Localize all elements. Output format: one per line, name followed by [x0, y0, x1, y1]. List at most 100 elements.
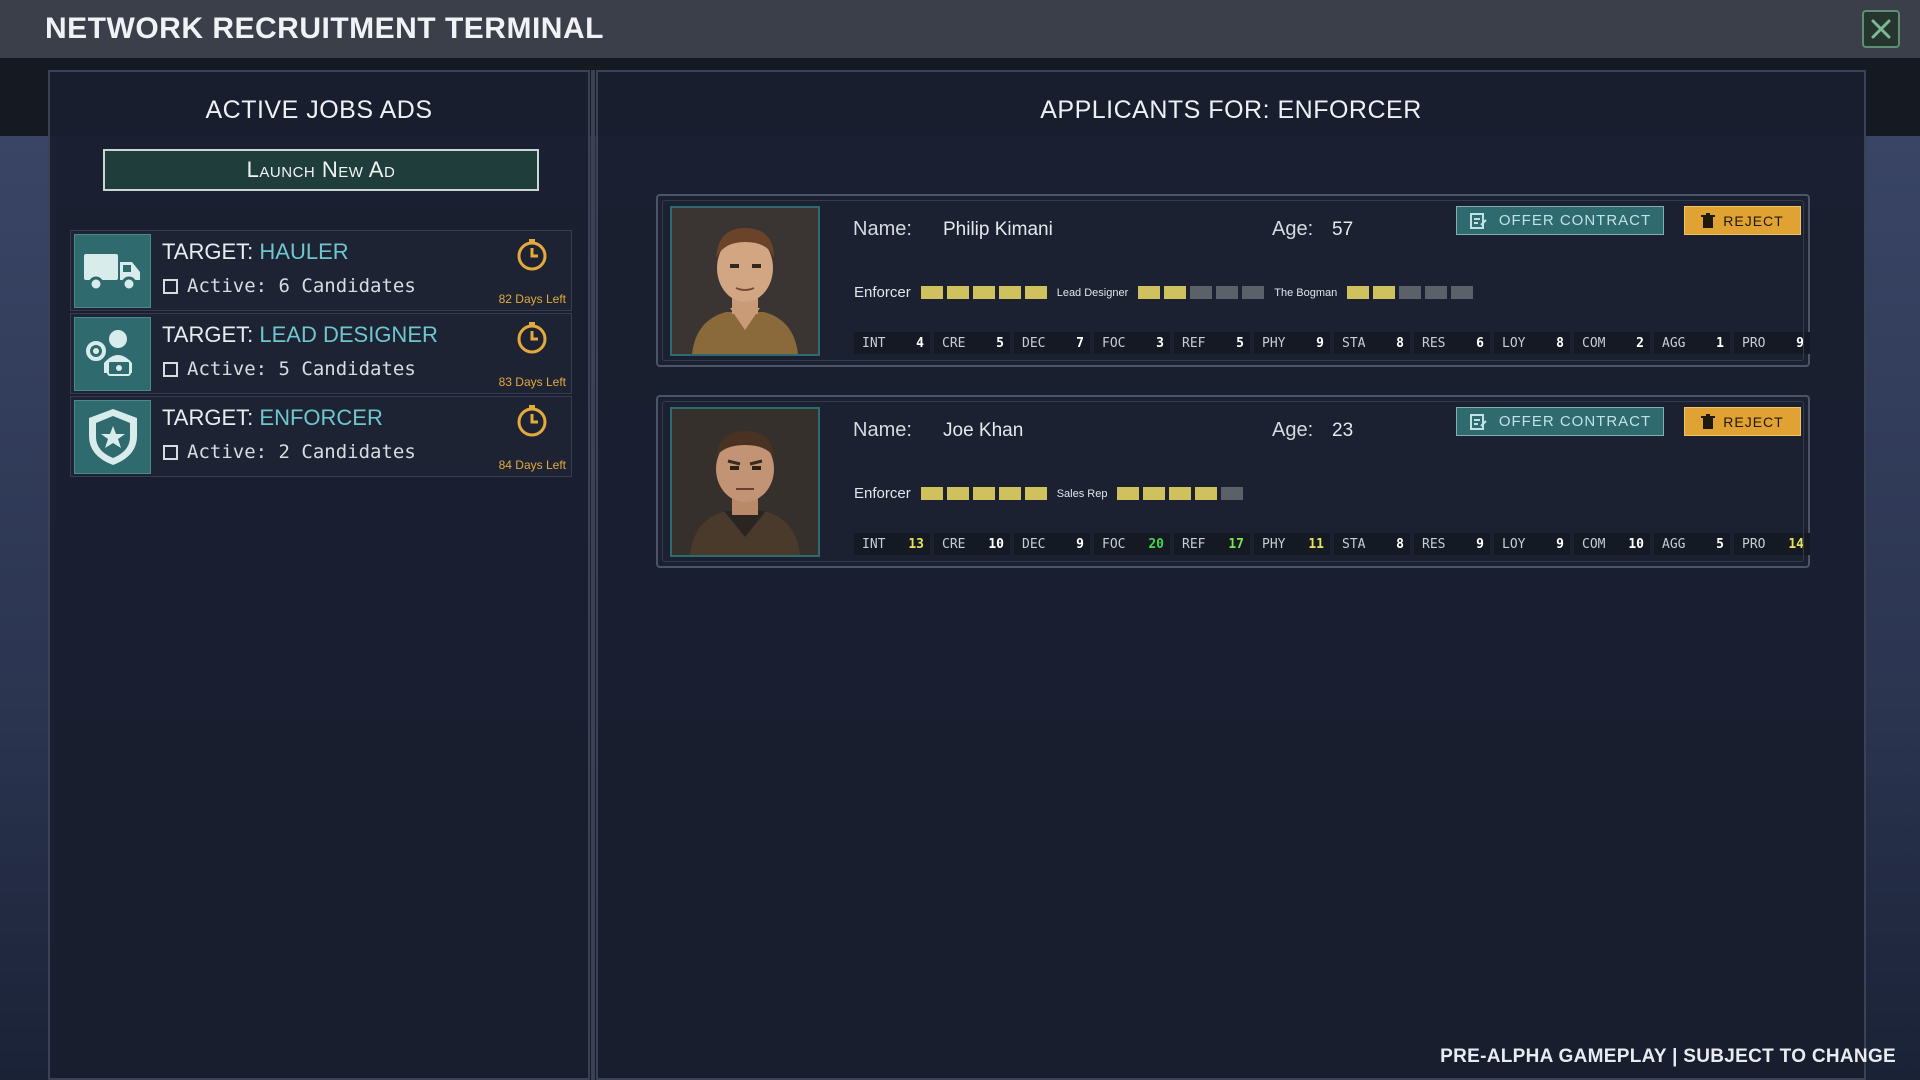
stat-foc: FOC 20 [1094, 533, 1170, 555]
applicant-age: 57 [1332, 219, 1354, 240]
skill-bars [920, 286, 1047, 299]
stat-agg: AGG 1 [1654, 332, 1730, 354]
stat-agg: AGG 5 [1654, 533, 1730, 555]
checkbox-icon [163, 278, 178, 294]
stat-phy: PHY 9 [1254, 332, 1330, 354]
days-left: 84 Days Left [498, 458, 566, 472]
skill-label: The Bogman [1274, 286, 1338, 299]
stat-int: INT 4 [854, 332, 930, 354]
close-icon [1871, 19, 1891, 39]
applicant-card: Name: Philip Kimani Age: 57 OFFER CONTRA… [656, 194, 1810, 367]
offer-contract-button[interactable]: OFFER CONTRACT [1456, 206, 1664, 235]
stat-loy: LOY 8 [1494, 332, 1570, 354]
skill-bars [1138, 286, 1265, 299]
job-active-count: Active: 6 Candidates [163, 275, 416, 297]
stat-com: COM 10 [1574, 533, 1650, 555]
job-icon-box [74, 400, 151, 474]
skills-row: Enforcer Sales Rep [854, 485, 1244, 502]
stat-ref: REF 17 [1174, 533, 1250, 555]
contract-icon [1469, 413, 1487, 430]
applicant-portrait [670, 206, 820, 356]
title-bar: NETWORK RECRUITMENT TERMINAL [0, 0, 1920, 58]
age-label: Age: [1272, 419, 1314, 441]
reject-button[interactable]: REJECT [1684, 206, 1801, 235]
contract-icon [1469, 212, 1487, 229]
job-active-count: Active: 2 Candidates [163, 441, 416, 463]
window-title: NETWORK RECRUITMENT TERMINAL [45, 12, 604, 45]
skill-bars [1117, 487, 1244, 500]
job-role: LEAD DESIGNER [259, 322, 438, 347]
applicant-portrait [670, 407, 820, 557]
applicant-name: Philip Kimani [943, 219, 1053, 240]
job-target-label: TARGET: LEAD DESIGNER [162, 322, 438, 347]
stat-foc: FOC 3 [1094, 332, 1170, 354]
trash-icon [1701, 413, 1716, 429]
days-left: 83 Days Left [498, 375, 566, 389]
stat-res: RES 9 [1414, 533, 1490, 555]
name-label: Name: [853, 419, 912, 441]
applicants-title: APPLICANTS FOR: ENFORCER [1040, 96, 1422, 124]
truck-icon [83, 254, 140, 292]
shield-star-icon [88, 409, 137, 465]
job-role: ENFORCER [259, 405, 383, 430]
skill-label: Lead Designer [1056, 286, 1129, 299]
background-scenery-right [1865, 130, 1920, 1080]
stat-res: RES 6 [1414, 332, 1490, 354]
active-jobs-title: ACTIVE JOBS ADS [205, 96, 433, 124]
stat-ref: REF 5 [1174, 332, 1250, 354]
checkbox-icon [163, 444, 178, 460]
job-role: HAULER [259, 239, 349, 264]
stat-cre: CRE 10 [934, 533, 1010, 555]
stat-pro: PRO 9 [1734, 332, 1810, 354]
skill-label: Enforcer [854, 284, 911, 301]
skill-bars [920, 487, 1047, 500]
stat-sta: STA 8 [1334, 533, 1410, 555]
stat-dec: DEC 7 [1014, 332, 1090, 354]
background-scenery-left [0, 130, 55, 1080]
stat-pro: PRO 14 [1734, 533, 1810, 555]
designer-icon [85, 330, 132, 376]
stat-dec: DEC 9 [1014, 533, 1090, 555]
stat-int: INT 13 [854, 533, 930, 555]
days-left: 82 Days Left [498, 292, 566, 306]
timer-icon [517, 322, 547, 354]
job-target-label: TARGET: ENFORCER [162, 405, 383, 430]
stat-cre: CRE 5 [934, 332, 1010, 354]
applicant-name: Joe Khan [943, 420, 1024, 441]
stat-com: COM 2 [1574, 332, 1650, 354]
name-label: Name: [853, 218, 912, 240]
job-card-hauler[interactable]: TARGET: HAULER Active: 6 Candidates 82 D… [70, 230, 572, 311]
applicant-age: 23 [1332, 420, 1354, 441]
applicants-panel: APPLICANTS FOR: ENFORCER Name: Philip Ki… [596, 70, 1866, 1080]
portrait-man-icon [672, 208, 818, 354]
stat-sta: STA 8 [1334, 332, 1410, 354]
reject-button[interactable]: REJECT [1684, 407, 1801, 436]
job-active-count: Active: 5 Candidates [163, 358, 416, 380]
job-icon-box [74, 234, 151, 308]
applicant-card: Name: Joe Khan Age: 23 OFFER CONTRACT RE… [656, 395, 1810, 568]
launch-new-ad-button[interactable]: Launch New Ad [103, 149, 539, 191]
stats-row: INT 4 CRE 5 DEC 7 FOC 3 REF 5 PHY 9 STA 8 RES 6 … [854, 332, 1810, 354]
offer-contract-button[interactable]: OFFER CONTRACT [1456, 407, 1664, 436]
job-card-enforcer[interactable]: TARGET: ENFORCER Active: 2 Candidates 84… [70, 396, 572, 477]
job-target-label: TARGET: HAULER [162, 239, 349, 264]
checkbox-icon [163, 361, 178, 377]
trash-icon [1701, 212, 1716, 228]
skill-label: Sales Rep [1056, 487, 1108, 500]
active-jobs-panel: ACTIVE JOBS ADS Launch New Ad TARGET: HA… [48, 70, 590, 1080]
stat-loy: LOY 9 [1494, 533, 1570, 555]
age-label: Age: [1272, 218, 1314, 240]
timer-icon [517, 239, 547, 271]
timer-icon [517, 405, 547, 437]
skills-row: Enforcer Lead Designer The Bogman [854, 284, 1474, 301]
close-button[interactable] [1862, 10, 1900, 48]
skill-bars [1347, 286, 1474, 299]
portrait-man-icon [672, 409, 818, 555]
stat-phy: PHY 11 [1254, 533, 1330, 555]
stats-row: INT 13 CRE 10 DEC 9 FOC 20 REF 17 PHY 11 STA 8 … [854, 533, 1810, 555]
panel-divider[interactable] [591, 70, 595, 1080]
job-card-lead-designer[interactable]: TARGET: LEAD DESIGNER Active: 5 Candidat… [70, 313, 572, 394]
job-icon-box [74, 317, 151, 391]
skill-label: Enforcer [854, 485, 911, 502]
pre-alpha-notice: PRE-ALPHA GAMEPLAY | SUBJECT TO CHANGE [1440, 1046, 1896, 1067]
